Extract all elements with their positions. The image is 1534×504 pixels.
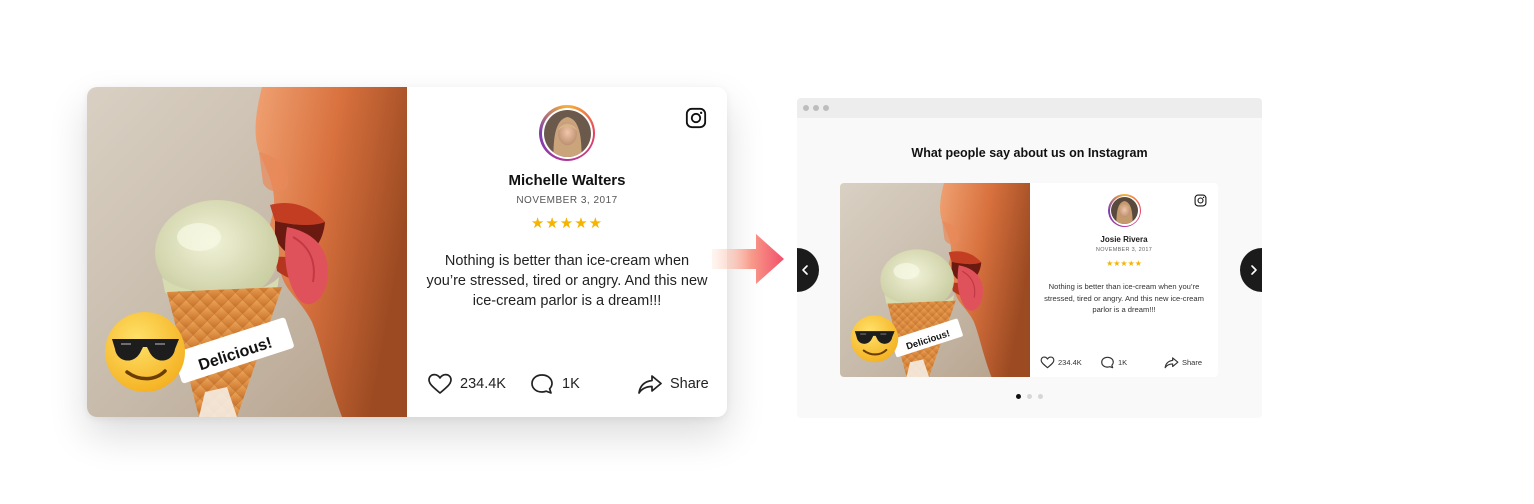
window-dot xyxy=(823,105,829,111)
review-date: NOVEMBER 3, 2017 xyxy=(516,195,618,206)
chevron-left-icon xyxy=(802,265,808,275)
action-bar: 234.4K 1K Share xyxy=(1030,355,1218,369)
share-icon xyxy=(1164,356,1179,368)
pagination-dot[interactable] xyxy=(1038,394,1043,399)
review-card-preview: Delicious! Josie Rivera NOVEMBER 3, 2017… xyxy=(840,183,1218,377)
avatar-photo xyxy=(1111,197,1138,224)
star-rating: ★★★★★ xyxy=(1106,259,1142,268)
comment-count: 1K xyxy=(1118,357,1128,367)
action-bar: 234.4K 1K Share xyxy=(407,373,727,395)
browser-toolbar xyxy=(797,98,1262,118)
review-text: Nothing is better than ice-cream when yo… xyxy=(426,253,708,309)
reviewer-name[interactable]: Michelle Walters xyxy=(407,172,727,189)
share-label: Share xyxy=(1182,357,1203,367)
review-card: Delicious! Michelle Walters NOVEMBER 3, … xyxy=(87,87,727,417)
like-count: 234.4K xyxy=(460,376,506,392)
share-button[interactable]: Share xyxy=(637,373,709,395)
comment-icon xyxy=(531,374,553,394)
pagination-dot[interactable] xyxy=(1027,394,1032,399)
share-icon xyxy=(638,375,662,394)
carousel-next-button[interactable] xyxy=(1240,248,1262,292)
review-date: NOVEMBER 3, 2017 xyxy=(1095,247,1153,253)
review-content: Josie Rivera NOVEMBER 3, 2017 ★★★★★ Noth… xyxy=(1030,183,1218,377)
instagram-icon[interactable] xyxy=(1194,194,1207,207)
carousel-prev-button[interactable] xyxy=(797,248,819,292)
carousel-pagination xyxy=(797,394,1262,399)
heart-icon xyxy=(428,373,452,394)
reviewer-name[interactable]: Josie Rivera xyxy=(1030,235,1218,244)
comment-count: 1K xyxy=(562,376,580,392)
share-label: Share xyxy=(670,376,709,392)
review-content: Michelle Walters NOVEMBER 3, 2017 ★★★★★ … xyxy=(407,87,727,417)
window-dot xyxy=(813,105,819,111)
like-button[interactable]: 234.4K xyxy=(427,373,506,395)
star-rating: ★★★★★ xyxy=(530,215,604,232)
review-photo: Delicious! xyxy=(87,87,407,417)
window-dot xyxy=(803,105,809,111)
pagination-dot[interactable] xyxy=(1016,394,1021,399)
like-button[interactable]: 234.4K xyxy=(1040,355,1082,369)
review-photo: Delicious! xyxy=(840,183,1030,377)
right-arrow-icon xyxy=(712,234,784,284)
chevron-right-icon xyxy=(1251,265,1257,275)
widget-title: What people say about us on Instagram xyxy=(911,146,1148,160)
comment-button[interactable]: 1K xyxy=(529,373,580,395)
heart-icon xyxy=(1040,355,1055,368)
instagram-icon[interactable] xyxy=(685,107,707,129)
comment-button[interactable]: 1K xyxy=(1100,356,1127,369)
avatar[interactable] xyxy=(1108,194,1141,227)
review-text: Nothing is better than ice-cream when yo… xyxy=(1044,282,1204,314)
comment-icon xyxy=(1101,356,1114,368)
avatar[interactable] xyxy=(539,105,595,161)
share-button[interactable]: Share xyxy=(1164,356,1202,369)
like-count: 234.4K xyxy=(1058,357,1082,367)
browser-preview: What people say about us on Instagram De… xyxy=(797,98,1262,418)
avatar-photo xyxy=(543,109,591,157)
